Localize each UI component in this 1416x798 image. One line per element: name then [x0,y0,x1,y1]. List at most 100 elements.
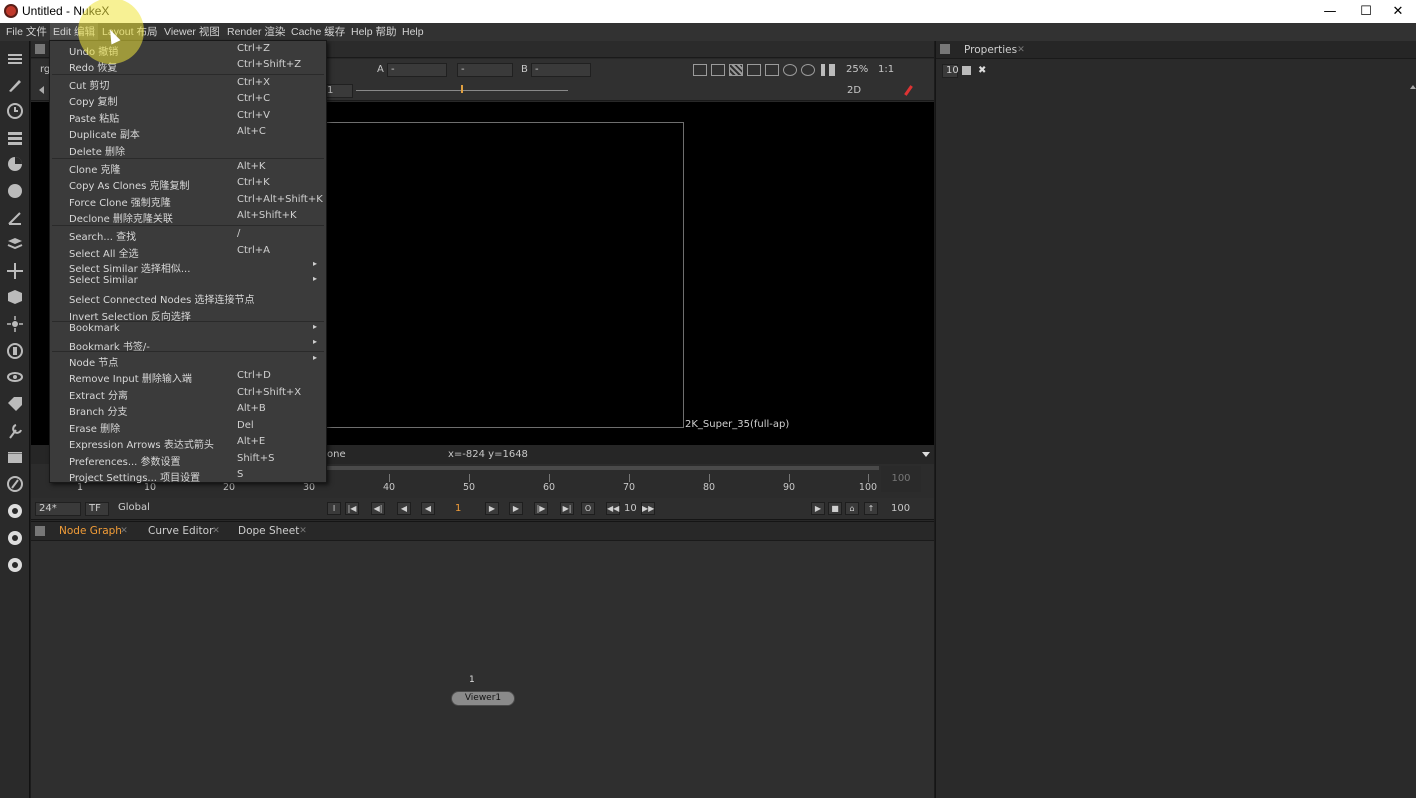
step-forward-button[interactable]: ▶▶ [641,502,655,515]
menu-item-paste[interactable]: Paste 粘贴 Ctrl+V [50,108,326,125]
other-icon[interactable] [5,448,25,468]
menu-item-select-similar-cn[interactable]: Select Similar 选择相似... ▸ [50,258,326,275]
plugin-icon-1[interactable] [5,528,25,548]
menu-file[interactable]: File 文件 [6,23,47,41]
menu-item-branch[interactable]: Branch 分支 Alt+B [50,401,326,418]
pane-menu-icon[interactable] [35,526,45,536]
operation-dropdown[interactable]: - [457,63,513,77]
menu-item-expression-arrows[interactable]: Expression Arrows 表达式箭头 Alt+E [50,434,326,451]
next-frame-button[interactable]: ▶ [509,502,523,515]
in-point-button[interactable]: I [327,502,341,515]
timeline-format-dropdown[interactable]: TF [85,502,109,516]
maximize-button[interactable]: ☐ [1348,0,1384,23]
filter-icon[interactable] [5,181,25,201]
flipbook-button[interactable]: ▶ [811,502,825,515]
menu-item-extract[interactable]: Extract 分离 Ctrl+Shift+X [50,385,326,402]
3d-icon[interactable] [5,287,25,307]
menu-item-select-all[interactable]: Select All 全选 Ctrl+A [50,243,326,260]
tab-dope-sheet[interactable]: Dope Sheet [238,522,299,541]
gain-slider-handle[interactable] [461,85,463,93]
furnace-icon[interactable] [5,474,25,494]
draw-icon[interactable] [5,208,25,228]
menu-item-bookmark-cn[interactable]: Bookmark 书签/- ▸ [50,336,326,353]
menu-item-erase[interactable]: Erase 删除 Del [50,418,326,435]
plugin-icon-2[interactable] [5,555,25,575]
lut-icon[interactable] [765,64,779,76]
proxy-icon[interactable] [711,64,725,76]
close-tab-icon[interactable]: ✕ [211,526,221,536]
menu-item-project-settings[interactable]: Project Settings... 项目设置 S [50,467,326,484]
merge-icon[interactable] [5,234,25,254]
max-panels-field[interactable]: 10 [942,64,959,78]
menu-render[interactable]: Render 渲染 [227,23,285,41]
next-keyframe-button[interactable]: |▶ [534,502,548,515]
menu-cache[interactable]: Cache 缓存 [291,23,345,41]
toolbar-menu-icon[interactable] [5,49,25,69]
menu-help[interactable]: Help [402,23,424,41]
refresh-icon[interactable] [783,64,797,76]
pause-icon[interactable] [821,64,835,76]
menu-item-copy-as-clones[interactable]: Copy As Clones 克隆复制 Ctrl+K [50,175,326,192]
lock-icon[interactable] [962,66,971,75]
record-button[interactable]: ■ [828,502,842,515]
range-dropdown[interactable]: Global [115,502,165,516]
prev-frame-button[interactable]: ◀ [397,502,411,515]
menu-item-undo[interactable]: Undo 撤销 Ctrl+Z [50,41,326,58]
viewer-node-input[interactable]: 1 [469,675,475,685]
ocula-icon[interactable] [5,501,25,521]
lock-range-icon[interactable]: ⌂ [845,502,859,515]
tab-properties[interactable]: Properties [964,41,1017,59]
menu-help-cn[interactable]: Help 帮助 [351,23,397,41]
current-frame-field[interactable]: 1 [455,503,461,514]
menu-item-declone[interactable]: Declone 删除克隆关联 Alt+Shift+K [50,208,326,225]
out-point-button[interactable]: O [581,502,595,515]
last-frame-button[interactable]: ▶| [560,502,574,515]
out-frame-field[interactable]: 100 [891,503,910,514]
channel-icon[interactable] [5,128,25,148]
view-mode-dropdown[interactable]: 2D [847,85,861,96]
viewer-node[interactable]: Viewer1 [451,691,515,706]
play-backward-button[interactable]: ◀ [421,502,435,515]
metadata-icon[interactable] [5,394,25,414]
step-back-button[interactable]: ◀◀ [606,502,620,515]
menu-item-copy[interactable]: Copy 复制 Ctrl+C [50,91,326,108]
tab-node-graph[interactable]: Node Graph [59,522,122,541]
scroll-up-icon[interactable] [1410,85,1416,89]
first-frame-button[interactable]: |◀ [345,502,359,515]
menu-item-remove-input[interactable]: Remove Input 删除输入端 Ctrl+D [50,368,326,385]
views-icon[interactable] [5,367,25,387]
zoom-level[interactable]: 25% [846,64,868,75]
roi-icon[interactable] [693,64,707,76]
export-icon[interactable]: ↑ [864,502,878,515]
menu-item-clone[interactable]: Clone 克隆 Alt+K [50,159,326,176]
transform-icon[interactable] [5,261,25,281]
info-expand-icon[interactable] [922,452,930,457]
close-tab-icon[interactable]: ✕ [298,526,308,536]
collapse-arrow-icon[interactable] [39,86,44,94]
menu-item-node[interactable]: Node 节点 ▸ [50,352,326,369]
menu-item-redo[interactable]: Redo 恢复 Ctrl+Shift+Z [50,57,326,74]
menu-item-duplicate[interactable]: Duplicate 副本 Alt+C [50,124,326,141]
clear-panels-icon[interactable]: ✖ [978,65,986,76]
menu-item-select-connected-nodes[interactable]: Select Connected Nodes 选择连接节点 [50,289,326,306]
close-tab-icon[interactable]: ✕ [119,526,129,536]
deep-icon[interactable] [5,341,25,361]
clipping-icon[interactable] [729,64,743,76]
menu-layout[interactable]: Layout 布局 [102,23,157,41]
particles-icon[interactable] [5,314,25,334]
overlay-icon[interactable] [747,64,761,76]
paint-icon[interactable] [5,75,25,95]
menu-item-force-clone[interactable]: Force Clone 强制克隆 Ctrl+Alt+Shift+K [50,192,326,209]
close-tab-icon[interactable]: ✕ [1016,45,1026,55]
toolsets-icon[interactable] [5,421,25,441]
close-window-button[interactable]: ✕ [1380,0,1416,23]
menu-item-delete[interactable]: Delete 删除 [50,141,326,158]
minimize-button[interactable]: — [1312,0,1348,23]
play-forward-button[interactable]: ▶ [485,502,499,515]
menu-item-bookmark[interactable]: Bookmark ▸ [50,321,326,337]
fps-dropdown[interactable]: 24* [35,502,81,516]
time-icon[interactable] [5,101,25,121]
menu-item-invert-selection[interactable]: Invert Selection 反向选择 [50,306,326,323]
menu-item-select-similar[interactable]: Select Similar ▸ [50,273,326,289]
menu-item-search[interactable]: Search... 查找 / [50,226,326,243]
